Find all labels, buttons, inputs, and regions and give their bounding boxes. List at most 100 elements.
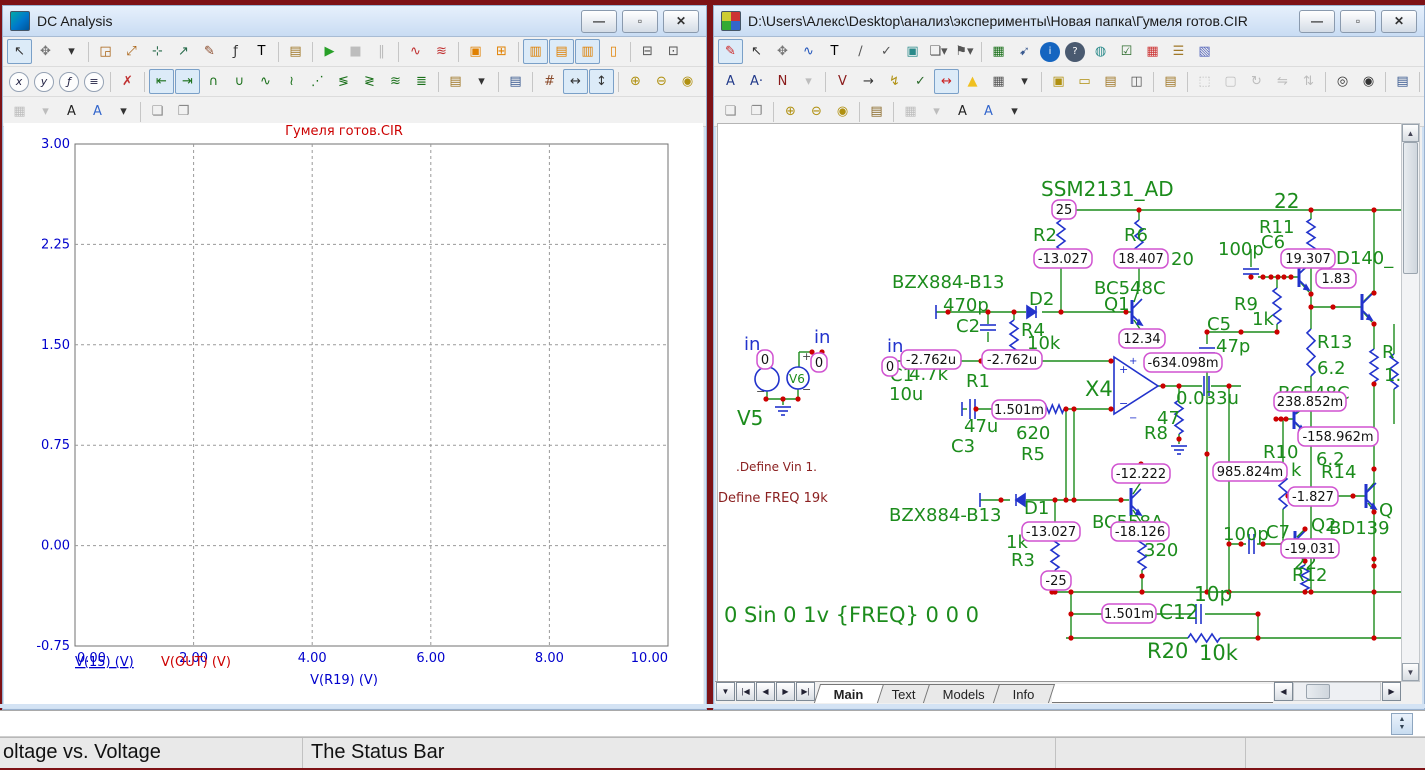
pan-hand-icon[interactable]: ✥ (770, 39, 795, 64)
font-icon[interactable]: A (59, 99, 84, 124)
vertical-axis-grids-icon[interactable]: ↕ (589, 69, 614, 94)
cursor-left-icon[interactable]: ⇤ (149, 69, 174, 94)
horizontal-axis-grids-icon[interactable]: ↔ (563, 69, 588, 94)
node-value-box[interactable]: -158.962m (1298, 427, 1378, 446)
schematic-titlebar[interactable]: D:\Users\Алекс\Desktop\анализ\эксперимен… (714, 6, 1424, 37)
plot-area[interactable]: 3.002.251.500.750.00-0.750.002.004.006.0… (4, 123, 703, 707)
condition-display-icon[interactable]: ✓ (908, 69, 933, 94)
tab-nav-button-0[interactable]: ▼ (716, 682, 735, 701)
node-value-box[interactable]: -1.827 (1288, 487, 1338, 506)
wire-mode-icon[interactable]: ∿ (796, 39, 821, 64)
tab-main[interactable]: Main (814, 684, 884, 703)
go-to-peak-icon[interactable]: ∩ (201, 69, 226, 94)
sheet-display-icon[interactable]: ▤ (1098, 69, 1123, 94)
value-spinner[interactable]: ▲▼ (1391, 713, 1413, 735)
split-view-icon[interactable]: ◫ (1124, 69, 1149, 94)
transistor[interactable] (1362, 294, 1372, 320)
panel-layout-3-icon[interactable]: ▥ (575, 39, 600, 64)
node-value-box[interactable]: 0 (811, 353, 827, 372)
split-grid-icon[interactable]: ⊡ (661, 39, 686, 64)
tab-nav-button-4[interactable]: ▶| (796, 682, 815, 701)
cursor-fx-icon[interactable]: ƒ (59, 72, 79, 92)
bring-to-front-icon[interactable]: ❏ (718, 99, 743, 124)
horizontal-cursor-mode-icon[interactable]: ⊹ (145, 39, 170, 64)
zoom-region-icon[interactable]: ▣ (463, 39, 488, 64)
node-value-box[interactable]: -13.027 (1034, 249, 1092, 268)
node-value-box[interactable]: -19.031 (1281, 539, 1339, 558)
scroll-up-button[interactable]: ▲ (1402, 124, 1419, 142)
send-to-back-icon[interactable]: ❐ (171, 99, 196, 124)
vertical-scroll-thumb[interactable] (1403, 142, 1418, 274)
tag-point-icon[interactable]: ✎ (197, 39, 222, 64)
title-block-icon[interactable]: ▭ (1072, 69, 1097, 94)
maximize-button[interactable]: ▫ (1340, 10, 1376, 33)
font-color-icon[interactable]: A (85, 99, 110, 124)
schematic-canvas[interactable]: +−+−SSM2131_ADR2R62022R11100pC6D140_BC54… (717, 123, 1401, 682)
pan-hand-icon[interactable]: ✥ (33, 39, 58, 64)
tab-info[interactable]: Info (993, 684, 1055, 703)
resistor[interactable] (1370, 349, 1378, 382)
resistor[interactable] (1010, 320, 1018, 354)
properties-icon[interactable]: ▤ (283, 39, 308, 64)
node-value-box[interactable]: -2.762u (901, 350, 961, 369)
grid-dropdown-icon[interactable]: ▾ (1012, 69, 1037, 94)
node-value-box[interactable]: 238.852m (1274, 392, 1346, 411)
minimize-button[interactable]: — (1299, 10, 1335, 33)
panel-layout-4-icon[interactable]: ▯ (601, 39, 626, 64)
tab-nav-button-1[interactable]: |◀ (736, 682, 755, 701)
go-to-high-icon[interactable]: ∿ (253, 69, 278, 94)
scale-mode-icon[interactable]: ⤢ (119, 39, 144, 64)
flag-dropdown-icon[interactable]: ⚑▾ (952, 39, 977, 64)
node-value-box[interactable]: 1.501m (1102, 604, 1156, 623)
node-value-box[interactable]: 1.83 (1316, 269, 1356, 288)
zoom-in-icon[interactable]: ⊕ (778, 99, 803, 124)
panel-layout-1-icon[interactable]: ▥ (523, 39, 548, 64)
power-display-icon[interactable]: ↯ (882, 69, 907, 94)
info-pages-icon[interactable]: ▤ (1390, 69, 1415, 94)
bring-to-front-icon[interactable]: ❏ (145, 99, 170, 124)
grid-display-icon[interactable]: ▦ (986, 69, 1011, 94)
auto-scale-icon[interactable]: ⊞ (489, 39, 514, 64)
font-color-dropdown-icon[interactable]: ▾ (1002, 99, 1027, 124)
find-icon[interactable]: ◎ (1330, 69, 1355, 94)
node-value-box[interactable]: -2.762u (982, 350, 1042, 369)
find-next-icon[interactable]: ◉ (1356, 69, 1381, 94)
clear-accumulated-plots-icon[interactable]: ✗ (115, 69, 140, 94)
region-enable-icon[interactable]: ☑ (1114, 39, 1139, 64)
go-to-low-icon[interactable]: ≀ (279, 69, 304, 94)
maximize-button[interactable]: ▫ (622, 10, 658, 33)
zoom-100-icon[interactable]: ◉ (830, 99, 855, 124)
send-to-back-icon[interactable]: ❐ (744, 99, 769, 124)
node-value-box[interactable]: 19.307 (1281, 249, 1335, 268)
clipboard-dropdown-icon[interactable]: ▾ (469, 69, 494, 94)
zoom-box-icon[interactable]: ◲ (93, 39, 118, 64)
select-mode-icon[interactable]: ↖ (744, 39, 769, 64)
resistor[interactable] (1307, 329, 1315, 376)
font-color-dropdown-icon[interactable]: ▾ (111, 99, 136, 124)
panel-layout-2-icon[interactable]: ▤ (549, 39, 574, 64)
node-value-box[interactable]: 25 (1052, 200, 1076, 219)
node-value-boxes[interactable]: 25-13.02718.40719.3071.8312.34000-2.762u… (757, 200, 1378, 623)
schematic-drawing[interactable]: +−+−SSM2131_ADR2R62022R11100pC6D140_BC54… (718, 124, 1401, 681)
zoom-out-icon[interactable]: ⊖ (804, 99, 829, 124)
node-value-box[interactable]: -18.126 (1111, 522, 1169, 541)
tab-nav-button-2[interactable]: ◀ (756, 682, 775, 701)
node-value-box[interactable]: -13.027 (1022, 522, 1080, 541)
split-horizontal-icon[interactable]: ⊟ (635, 39, 660, 64)
go-to-slope-icon[interactable]: ⋰ (305, 69, 330, 94)
warning-icon[interactable]: ▲ (960, 69, 985, 94)
vertical-cursor-mode-icon[interactable]: ↗ (171, 39, 196, 64)
web-link-icon[interactable]: ◍ (1088, 39, 1113, 64)
node-value-box[interactable]: -634.098m (1144, 353, 1222, 372)
resistor[interactable] (1044, 405, 1064, 413)
wire-pen-icon[interactable]: ✎ (718, 39, 743, 64)
node-value-box[interactable]: 1.501m (992, 400, 1046, 419)
info-mode-icon[interactable]: i (1040, 42, 1060, 62)
all-branches-icon[interactable]: ≣ (409, 69, 434, 94)
resistor[interactable] (1307, 219, 1315, 251)
node-value-box[interactable]: 985.824m (1213, 462, 1287, 481)
page-editor-icon[interactable]: ▧ (1192, 39, 1217, 64)
formula-mode-icon[interactable]: ƒ (223, 39, 248, 64)
clipboard-icon[interactable]: ▤ (443, 69, 468, 94)
horizontal-scrollbar[interactable] (1293, 682, 1381, 701)
